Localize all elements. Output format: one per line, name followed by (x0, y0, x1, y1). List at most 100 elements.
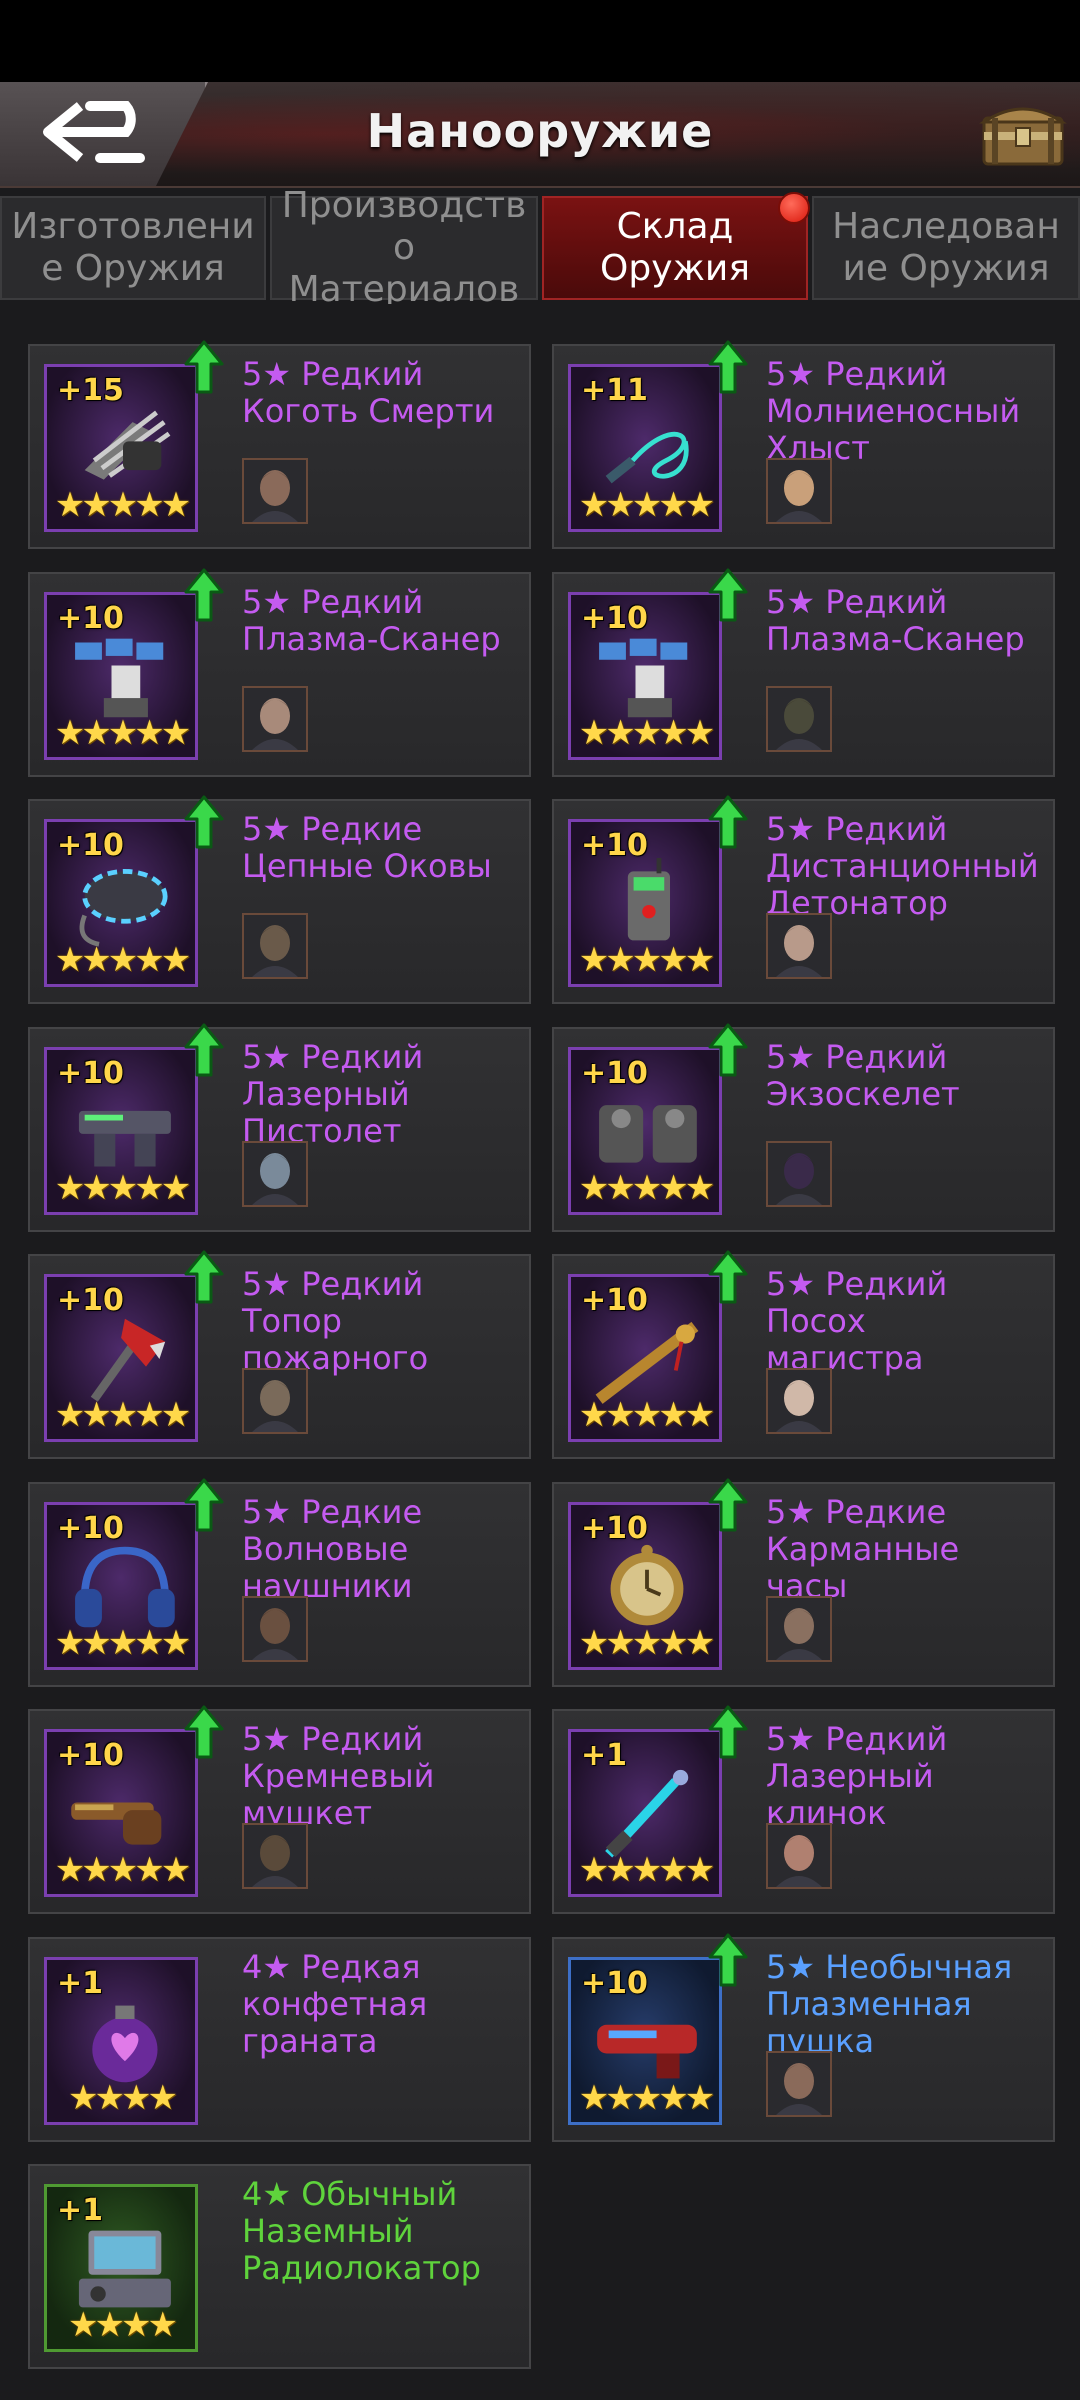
star-rating: ★★★★★ (578, 2077, 715, 2118)
weapon-card[interactable]: +10 ★★★★★ 5★ Редкий Посох магистра (552, 1250, 1055, 1459)
weapon-level: +10 (581, 1510, 648, 1546)
equipped-hero-avatar[interactable] (242, 1140, 308, 1207)
weapon-icon-frame: +10 ★★★★★ (44, 1274, 198, 1442)
equipped-hero-avatar[interactable] (242, 913, 308, 979)
radar-icon (78, 2230, 171, 2308)
weapon-card[interactable]: +10 ★★★★★ 5★ Редкий Экзоскелет (552, 1023, 1055, 1232)
upgrade-arrow-icon (708, 1023, 748, 1076)
tab-label: Склад Оружия (600, 206, 750, 289)
weapon-level: +1 (57, 2193, 104, 2228)
star-rating: ★★★★★ (578, 1622, 715, 1663)
weapon-card[interactable]: +15 ★★★★★ 5★ Редкий Коготь Смерти (28, 340, 531, 549)
weapon-card[interactable]: +1 ★★★★ 4★ Обычный Наземный Радиолокатор (28, 2164, 531, 2369)
pistol-icon (78, 1110, 171, 1166)
equipped-hero-avatar[interactable] (242, 1823, 308, 1889)
exoskeleton-icon (599, 1104, 697, 1163)
equipped-hero-avatar[interactable] (242, 458, 308, 524)
hero-avatar-gasmask (244, 460, 306, 522)
weapon-card[interactable]: +10 ★★★★★ 5★ Редкий Плазма-Сканер (552, 568, 1055, 777)
upgrade-arrow-icon (184, 795, 224, 849)
weapon-card[interactable]: +10 ★★★★★ 5★ Редкие Волновые наушники (28, 1478, 531, 1687)
equipped-hero-avatar[interactable] (766, 2050, 832, 2117)
weapon-card[interactable]: +10 ★★★★★ 5★ Необычная Плазменная пушка (552, 1933, 1055, 2142)
weapon-icon-frame: +10 ★★★★★ (44, 591, 198, 760)
equipped-hero-avatar[interactable] (766, 913, 832, 979)
plasma-cannon-icon (597, 2024, 697, 2078)
upgrade-arrow-icon (708, 1933, 748, 1986)
weapon-icon-frame: +10 ★★★★★ (568, 1501, 722, 1670)
weapon-level: +1 (57, 1965, 104, 2001)
weapon-icon-frame: +1 ★★★★ (44, 1956, 198, 2125)
star-rating: ★★★★★ (54, 940, 191, 980)
equipped-hero-avatar[interactable] (242, 1368, 308, 1434)
weapon-card[interactable]: +10 ★★★★★ 5★ Редкий Кремневый мушкет (28, 1705, 531, 1914)
musket-icon (71, 1802, 162, 1845)
upgrade-arrow-icon (708, 1478, 748, 1531)
weapon-name: 5★ Редкий Плазма-Сканер (242, 582, 501, 658)
weapon-card[interactable]: +11 ★★★★★ 5★ Редкий Молниеносный Хлыст (552, 340, 1055, 549)
hero-avatar-blonde (768, 460, 830, 522)
upgrade-arrow-icon (708, 568, 748, 621)
weapon-name: 5★ Редкий Посох магистра (766, 1265, 948, 1377)
equipped-hero-avatar[interactable] (242, 1595, 308, 1662)
hero-avatar-bearded (768, 1597, 830, 1660)
weapon-name: 5★ Редкий Молниеносный Хлыст (766, 355, 1021, 467)
weapon-name: 4★ Обычный Наземный Радиолокатор (242, 2175, 481, 2287)
weapon-icon-frame: +1 ★★★★ (44, 2184, 198, 2352)
weapon-card[interactable]: +10 ★★★★★ 5★ Редкий Топор пожарного (28, 1250, 531, 1459)
weapon-card[interactable]: +10 ★★★★★ 5★ Редкий Лазерный Пистолет (28, 1023, 531, 1232)
weapon-card[interactable]: +1 ★★★★★ 5★ Редкий Лазерный клинок (552, 1705, 1055, 1914)
tab-label: Производств о Материалов (281, 185, 527, 310)
star-rating: ★★★★★ (54, 1167, 191, 1208)
equipped-hero-avatar[interactable] (242, 685, 308, 752)
star-rating: ★★★★★ (54, 712, 191, 753)
star-rating: ★★★★★ (54, 1395, 191, 1435)
tab-weapon-storage[interactable]: Склад Оружия (542, 192, 810, 300)
weapon-icon-frame: +15 ★★★★★ (44, 364, 198, 532)
tab-material-production[interactable]: Производств о Материалов (270, 185, 538, 310)
hero-avatar-hooded (768, 687, 830, 750)
weapon-name: 5★ Редкий Топор пожарного (242, 1265, 429, 1377)
page-title: Нанооружие (366, 104, 714, 158)
weapon-level: +11 (581, 373, 648, 408)
weapon-card[interactable]: +10 ★★★★★ 5★ Редкий Плазма-Сканер (28, 568, 531, 777)
star-rating: ★★★★★ (578, 940, 715, 980)
weapon-card[interactable]: +10 ★★★★★ 5★ Редкие Карманные часы (552, 1478, 1055, 1687)
weapon-card[interactable]: +10 ★★★★★ 5★ Редкий Дистанционный Детонато… (552, 795, 1055, 1004)
headphones-icon (75, 1546, 175, 1627)
upgrade-arrow-icon (184, 568, 224, 621)
equipped-hero-avatar[interactable] (766, 1368, 832, 1434)
weapon-card[interactable]: +10 ★★★★★ 5★ Редкие Цепные Оковы (28, 795, 531, 1004)
equipped-hero-avatar[interactable] (766, 685, 832, 752)
weapon-icon-frame: +10 ★★★★★ (568, 1956, 722, 2125)
notification-badge (778, 192, 810, 224)
equipped-hero-avatar[interactable] (766, 1823, 832, 1889)
tab-weapon-crafting[interactable]: Изготовлени е Оружия (0, 196, 266, 300)
weapon-name: 5★ Редкий Кремневый мушкет (242, 1720, 435, 1832)
weapon-icon-frame: +10 ★★★★★ (568, 1274, 722, 1442)
star-rating: ★★★★ (68, 2077, 178, 2118)
equipped-hero-avatar[interactable] (766, 458, 832, 524)
weapon-name: 5★ Необычная Плазменная пушка (766, 1947, 1013, 2060)
scanner-icon (599, 638, 688, 717)
equipped-hero-avatar[interactable] (766, 1140, 832, 1207)
weapon-level: +10 (57, 600, 124, 636)
pocket-watch-icon (610, 1544, 684, 1625)
tab-weapon-inheritance[interactable]: Наследован ие Оружия (812, 196, 1080, 300)
equipped-hero-avatar[interactable] (766, 1595, 832, 1662)
upgrade-arrow-icon (184, 340, 224, 394)
upgrade-arrow-icon (184, 1023, 224, 1076)
weapon-level: +10 (581, 1055, 648, 1091)
weapon-name: 5★ Редкие Цепные Оковы (242, 810, 492, 885)
star-rating: ★★★★★ (54, 485, 191, 525)
weapon-level: +10 (581, 600, 648, 636)
top-bar: Нанооружие (0, 82, 1080, 188)
weapon-level: +10 (581, 1283, 648, 1318)
weapon-icon-frame: +10 ★★★★★ (44, 1729, 198, 1897)
tab-bar: Изготовлени е Оружия Производств о Матер… (0, 185, 1080, 310)
weapon-name: 5★ Редкий Дистанционный Детонатор (766, 810, 1039, 922)
grenade-icon (92, 2005, 158, 2082)
treasure-chest-icon[interactable] (978, 96, 1068, 170)
star-rating: ★★★★★ (54, 1850, 191, 1890)
weapon-card[interactable]: +1 ★★★★ 4★ Редкая конфетная граната (28, 1936, 531, 2142)
